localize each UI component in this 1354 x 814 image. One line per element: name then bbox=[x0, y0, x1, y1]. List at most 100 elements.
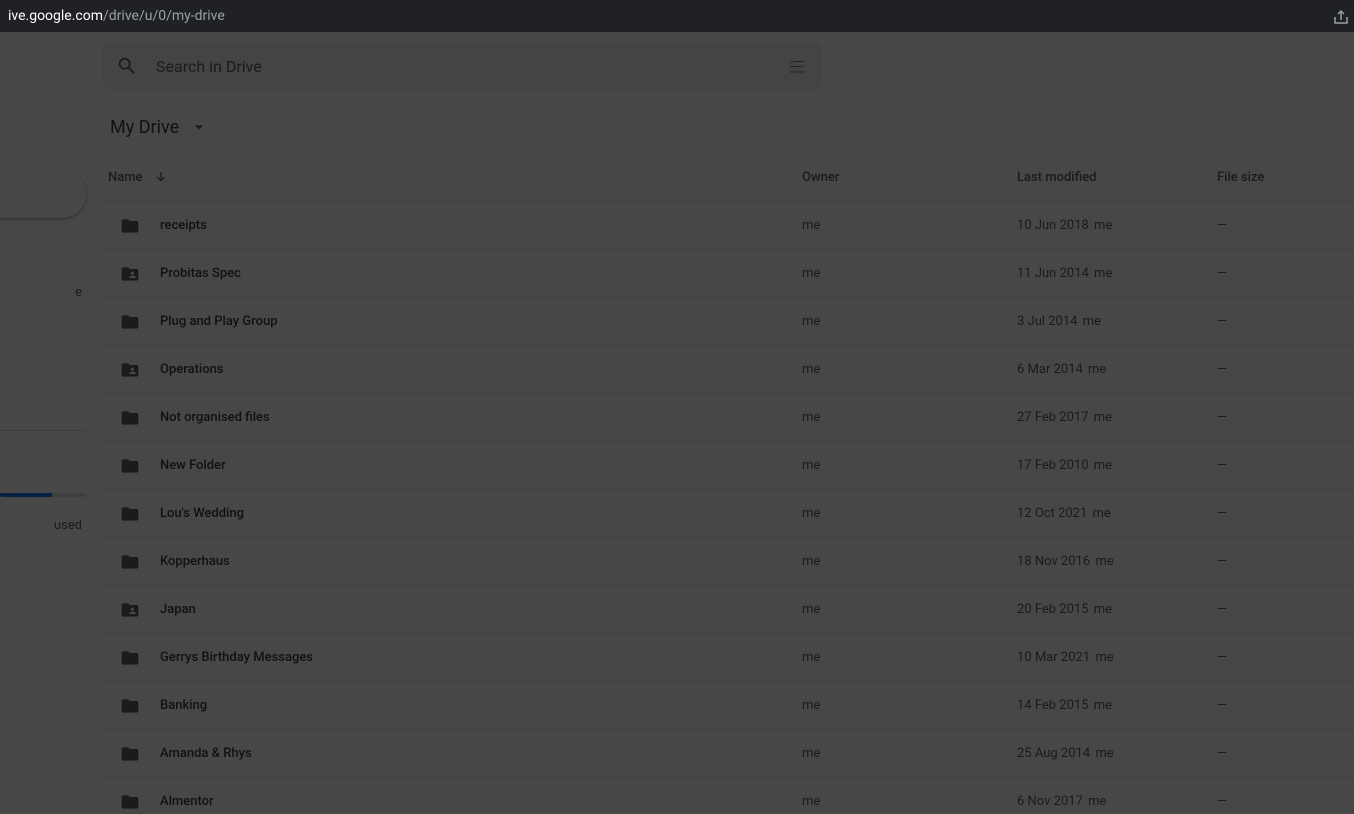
cell-name: Plug and Play Group bbox=[102, 312, 802, 332]
url-host: ive.google.com bbox=[8, 8, 103, 24]
modified-date: 14 Feb 2015 bbox=[1017, 698, 1089, 713]
cell-owner: me bbox=[802, 410, 1017, 425]
table-row[interactable]: Gerrys Birthday Messages me10 Mar 2021 me… bbox=[102, 634, 1354, 682]
storage-meter-fill bbox=[0, 493, 52, 497]
modified-date: 17 Feb 2010 bbox=[1017, 458, 1089, 473]
table-row[interactable]: receiptsme10 Jun 2018 me— bbox=[102, 202, 1354, 250]
cell-owner: me bbox=[802, 746, 1017, 761]
folder-icon bbox=[120, 552, 140, 572]
chevron-down-icon bbox=[189, 117, 209, 137]
cell-name: Not organised files bbox=[102, 408, 802, 428]
folder-icon bbox=[120, 216, 140, 236]
file-name: Probitas Spec bbox=[160, 266, 241, 281]
cell-modified: 6 Mar 2014 me bbox=[1017, 362, 1217, 377]
table-row[interactable]: Probitas Spec me11 Jun 2014 me— bbox=[102, 250, 1354, 298]
cell-size: — bbox=[1217, 458, 1354, 473]
cell-modified: 3 Jul 2014 me bbox=[1017, 314, 1217, 329]
modified-date: 18 Nov 2016 bbox=[1017, 554, 1090, 569]
cell-modified: 11 Jun 2014 me bbox=[1017, 266, 1217, 281]
cell-owner: me bbox=[802, 794, 1017, 809]
sidebar-item-drive[interactable]: e bbox=[0, 272, 86, 312]
cell-name: Kopperhaus bbox=[102, 552, 802, 572]
cell-modified: 25 Aug 2014 me bbox=[1017, 746, 1217, 761]
folder-icon bbox=[120, 792, 140, 812]
table-row[interactable]: Lou's Weddingme12 Oct 2021 me— bbox=[102, 490, 1354, 538]
modified-by: me bbox=[1091, 698, 1113, 713]
column-name[interactable]: Name bbox=[102, 170, 802, 186]
cell-modified: 18 Nov 2016 me bbox=[1017, 554, 1217, 569]
cell-owner: me bbox=[802, 218, 1017, 233]
cell-modified: 20 Feb 2015 me bbox=[1017, 602, 1217, 617]
modified-date: 25 Aug 2014 bbox=[1017, 746, 1090, 761]
file-name: Lou's Wedding bbox=[160, 506, 244, 521]
modified-by: me bbox=[1091, 218, 1113, 233]
table-body[interactable]: receiptsme10 Jun 2018 me—Probitas Specme… bbox=[102, 202, 1354, 814]
cell-modified: 6 Nov 2017 me bbox=[1017, 794, 1217, 809]
cell-name: New Folder bbox=[102, 456, 802, 476]
cell-owner: me bbox=[802, 266, 1017, 281]
table-row[interactable]: Almentorme6 Nov 2017 me— bbox=[102, 778, 1354, 814]
modified-date: 10 Jun 2018 bbox=[1017, 218, 1089, 233]
modified-by: me bbox=[1092, 650, 1114, 665]
folder-shared-icon bbox=[120, 360, 140, 380]
column-owner[interactable]: Owner bbox=[802, 170, 1017, 185]
table-row[interactable]: Bankingme14 Feb 2015 me— bbox=[102, 682, 1354, 730]
modified-by: me bbox=[1092, 746, 1114, 761]
cell-size: — bbox=[1217, 218, 1354, 233]
new-button[interactable] bbox=[0, 170, 86, 218]
table-row[interactable]: Kopperhausme18 Nov 2016 me— bbox=[102, 538, 1354, 586]
file-name: Kopperhaus bbox=[160, 554, 230, 569]
cell-name: Banking bbox=[102, 696, 802, 716]
cell-modified: 10 Mar 2021 me bbox=[1017, 650, 1217, 665]
modified-date: 10 Mar 2021 bbox=[1017, 650, 1090, 665]
column-size[interactable]: File size bbox=[1217, 170, 1354, 185]
cell-name: Operations bbox=[102, 360, 802, 380]
folder-icon bbox=[120, 696, 140, 716]
folder-shared-icon bbox=[120, 600, 140, 620]
cell-size: — bbox=[1217, 698, 1354, 713]
modified-by: me bbox=[1092, 554, 1114, 569]
cell-modified: 10 Jun 2018 me bbox=[1017, 218, 1217, 233]
search-box[interactable] bbox=[102, 42, 822, 90]
modified-date: 12 Oct 2021 bbox=[1017, 506, 1087, 521]
breadcrumb-mydrive[interactable]: My Drive bbox=[110, 117, 209, 138]
folder-icon bbox=[120, 408, 140, 428]
cell-owner: me bbox=[802, 602, 1017, 617]
cell-size: — bbox=[1217, 602, 1354, 617]
search-input[interactable] bbox=[156, 57, 786, 76]
table-row[interactable]: New Folder me17 Feb 2010 me — bbox=[102, 442, 1354, 490]
file-name: New Folder bbox=[160, 458, 226, 473]
cell-owner: me bbox=[802, 698, 1017, 713]
table-row[interactable]: Amanda & Rhysme25 Aug 2014 me— bbox=[102, 730, 1354, 778]
folder-icon bbox=[120, 648, 140, 668]
modified-by: me bbox=[1085, 794, 1107, 809]
search-options-icon[interactable] bbox=[786, 55, 808, 77]
folder-icon bbox=[120, 456, 140, 476]
modified-date: 3 Jul 2014 bbox=[1017, 314, 1077, 329]
cell-name: Japan bbox=[102, 600, 802, 620]
cell-owner: me bbox=[802, 458, 1017, 473]
file-name: Gerrys Birthday Messages bbox=[160, 650, 313, 665]
cell-owner: me bbox=[802, 362, 1017, 377]
file-name: Operations bbox=[160, 362, 224, 377]
cell-modified: 14 Feb 2015 me bbox=[1017, 698, 1217, 713]
sidebar-divider bbox=[0, 430, 86, 431]
modified-by: me bbox=[1091, 458, 1113, 473]
url-text[interactable]: ive.google.com/drive/u/0/my-drive bbox=[8, 8, 225, 24]
cell-size: — bbox=[1217, 650, 1354, 665]
file-name: Japan bbox=[160, 602, 196, 617]
folder-icon bbox=[120, 744, 140, 764]
table-row[interactable]: Japan me20 Feb 2015 me— bbox=[102, 586, 1354, 634]
file-name: Plug and Play Group bbox=[160, 314, 278, 329]
table-row[interactable]: Plug and Play Groupme3 Jul 2014 me— bbox=[102, 298, 1354, 346]
modified-by: me bbox=[1091, 266, 1113, 281]
share-icon[interactable] bbox=[1332, 8, 1350, 26]
table-row[interactable]: Not organised filesme27 Feb 2017 me— bbox=[102, 394, 1354, 442]
table-row[interactable]: Operationsme6 Mar 2014 me— bbox=[102, 346, 1354, 394]
cell-size: — bbox=[1217, 266, 1354, 281]
cell-size: — bbox=[1217, 746, 1354, 761]
cell-name: receipts bbox=[102, 216, 802, 236]
modified-date: 27 Feb 2017 bbox=[1017, 410, 1089, 425]
column-modified[interactable]: Last modified bbox=[1017, 170, 1217, 185]
cell-modified: 27 Feb 2017 me bbox=[1017, 410, 1217, 425]
